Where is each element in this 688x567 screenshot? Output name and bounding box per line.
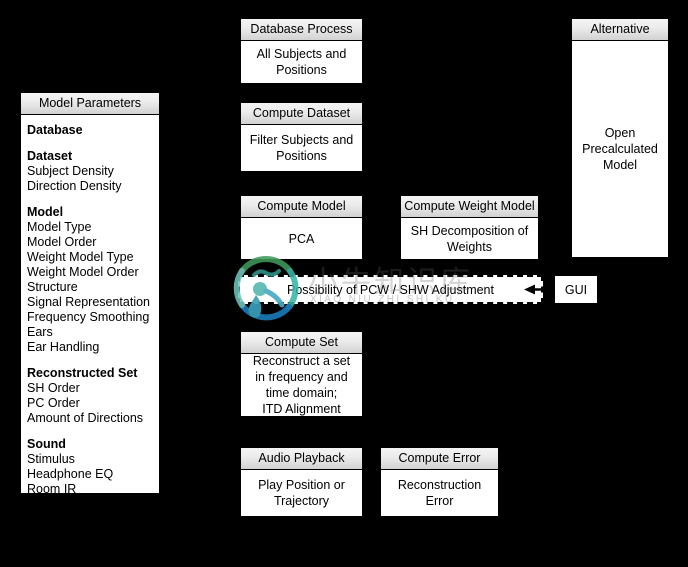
compute-weight-model-body: SH Decomposition of Weights bbox=[401, 218, 538, 259]
parameter-group-sound: Sound Stimulus Headphone EQ Room IR bbox=[27, 437, 159, 497]
parameter-item[interactable]: Room IR bbox=[27, 482, 159, 497]
audio-playback-body: Play Position or Trajectory bbox=[241, 470, 362, 516]
parameter-item[interactable]: Frequency Smoothing bbox=[27, 310, 159, 325]
parameter-group-title: Model bbox=[27, 205, 64, 219]
audio-playback-box[interactable]: Audio Playback Play Position or Trajecto… bbox=[240, 447, 363, 517]
body-line: Model bbox=[602, 158, 638, 172]
body-line: Error bbox=[425, 494, 454, 508]
parameter-item[interactable]: PC Order bbox=[27, 396, 159, 411]
parameter-group-title: Database bbox=[27, 123, 83, 137]
alternative-header: Alternative bbox=[572, 19, 668, 41]
body-line: Positions bbox=[276, 63, 327, 77]
compute-model-body: PCA bbox=[241, 218, 362, 259]
compute-set-header: Compute Set bbox=[241, 332, 362, 354]
body-line: time domain; bbox=[265, 386, 338, 400]
parameter-item[interactable]: Weight Model Type bbox=[27, 250, 159, 265]
parameter-group-title: Sound bbox=[27, 437, 66, 451]
body-line: Filter Subjects and bbox=[249, 133, 354, 147]
compute-weight-model-box[interactable]: Compute Weight Model SH Decomposition of… bbox=[400, 195, 539, 260]
gui-label: GUI bbox=[564, 282, 588, 297]
compute-dataset-box[interactable]: Compute Dataset Filter Subjects and Posi… bbox=[240, 102, 363, 172]
alternative-body: Open Precalculated Model bbox=[572, 41, 668, 257]
body-line: Trajectory bbox=[273, 494, 330, 508]
parameter-group-title: Dataset bbox=[27, 149, 73, 163]
model-parameters-panel: Model Parameters Database Dataset Subjec… bbox=[20, 92, 160, 496]
adjustment-possibility-box[interactable]: Possibility of PCW / SHW Adjustment bbox=[238, 275, 543, 304]
gui-to-adjustment-arrow-icon bbox=[524, 284, 555, 295]
parameter-item[interactable]: Structure bbox=[27, 280, 159, 295]
parameter-item[interactable]: Ear Handling bbox=[27, 340, 159, 355]
parameter-item[interactable]: Amount of Directions bbox=[27, 411, 159, 426]
compute-model-header: Compute Model bbox=[241, 196, 362, 218]
audio-playback-header: Audio Playback bbox=[241, 448, 362, 470]
parameter-group-reconstructed-set: Reconstructed Set SH Order PC Order Amou… bbox=[27, 366, 159, 426]
body-line: PCA bbox=[288, 231, 315, 246]
parameter-item[interactable]: Stimulus bbox=[27, 452, 159, 467]
alternative-box[interactable]: Alternative Open Precalculated Model bbox=[571, 18, 669, 258]
parameter-group-model: Model Model Type Model Order Weight Mode… bbox=[27, 205, 159, 355]
parameter-item[interactable]: SH Order bbox=[27, 381, 159, 396]
parameter-item[interactable]: Headphone EQ bbox=[27, 467, 159, 482]
parameter-item[interactable]: Model Type bbox=[27, 220, 159, 235]
database-process-box[interactable]: Database Process All Subjects and Positi… bbox=[240, 18, 363, 84]
compute-weight-model-header: Compute Weight Model bbox=[401, 196, 538, 218]
model-parameters-body: Database Dataset Subject Density Directi… bbox=[21, 115, 159, 496]
body-line: ITD Alignment bbox=[262, 402, 341, 416]
adjustment-label: Possibility of PCW / SHW Adjustment bbox=[286, 282, 494, 297]
body-line: Play Position or bbox=[258, 478, 345, 492]
parameter-group-dataset: Dataset Subject Density Direction Densit… bbox=[27, 149, 159, 194]
parameter-item[interactable]: Subject Density bbox=[27, 164, 159, 179]
body-line: Reconstruct a set bbox=[252, 354, 351, 368]
compute-error-box[interactable]: Compute Error Reconstruction Error bbox=[380, 447, 499, 517]
body-line: Reconstruction bbox=[397, 478, 482, 492]
compute-set-body: Reconstruct a set in frequency and time … bbox=[241, 354, 362, 416]
parameter-item[interactable]: Weight Model Order bbox=[27, 265, 159, 280]
parameter-group-database: Database bbox=[27, 123, 159, 138]
parameter-group-title: Reconstructed Set bbox=[27, 366, 138, 380]
compute-model-box[interactable]: Compute Model PCA bbox=[240, 195, 363, 260]
body-line: All Subjects and bbox=[256, 47, 347, 61]
model-parameters-header: Model Parameters bbox=[21, 93, 159, 115]
compute-error-body: Reconstruction Error bbox=[381, 470, 498, 516]
compute-set-box[interactable]: Compute Set Reconstruct a set in frequen… bbox=[240, 331, 363, 417]
body-line: in frequency and bbox=[255, 370, 348, 384]
body-line: Open bbox=[604, 126, 636, 140]
body-line: Weights bbox=[447, 239, 492, 254]
database-process-body: All Subjects and Positions bbox=[241, 41, 362, 83]
body-line: SH Decomposition of bbox=[410, 223, 529, 238]
compute-error-header: Compute Error bbox=[381, 448, 498, 470]
parameter-item[interactable]: Signal Representation bbox=[27, 295, 159, 310]
parameter-item[interactable]: Ears bbox=[27, 325, 159, 340]
database-process-header: Database Process bbox=[241, 19, 362, 41]
parameter-item[interactable]: Model Order bbox=[27, 235, 159, 250]
compute-dataset-header: Compute Dataset bbox=[241, 103, 362, 125]
body-line: Precalculated bbox=[582, 142, 658, 156]
compute-dataset-body: Filter Subjects and Positions bbox=[241, 125, 362, 171]
parameter-item[interactable]: Direction Density bbox=[27, 179, 159, 194]
gui-box[interactable]: GUI bbox=[554, 275, 598, 304]
body-line: Positions bbox=[276, 149, 327, 163]
